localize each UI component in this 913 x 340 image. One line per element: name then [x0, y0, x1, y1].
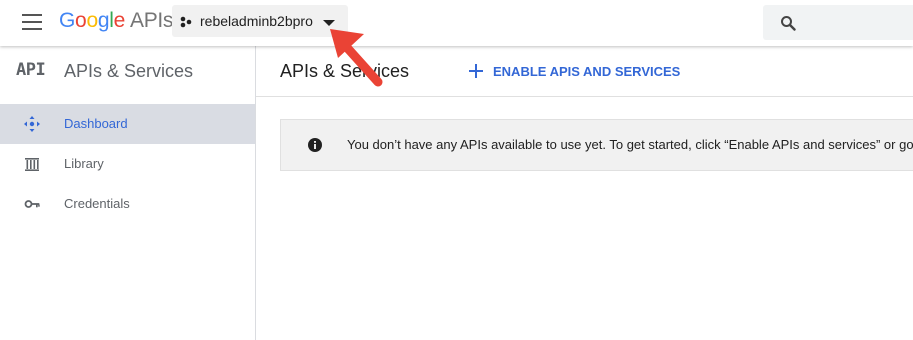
info-icon: [308, 138, 322, 152]
sidebar-item-label: Credentials: [64, 196, 130, 211]
enable-apis-button[interactable]: ENABLE APIS AND SERVICES: [468, 59, 680, 83]
sidebar-item-credentials[interactable]: Credentials: [0, 184, 255, 224]
chevron-down-icon: [323, 20, 335, 26]
main-header: APIs & Services ENABLE APIS AND SERVICES: [256, 46, 913, 97]
library-icon: [25, 158, 39, 171]
top-bar: Google APIs rebeladminb2bpro: [0, 0, 913, 46]
search-icon: [781, 16, 796, 31]
hamburger-menu-icon[interactable]: [22, 14, 42, 30]
sidebar-header: API APIs & Services: [0, 46, 255, 96]
project-selector[interactable]: rebeladminb2bpro: [172, 5, 348, 37]
google-apis-logo[interactable]: Google APIs: [59, 9, 173, 33]
sidebar: API APIs & Services Dashboard Library Cr…: [0, 46, 256, 340]
search-input[interactable]: [763, 5, 913, 40]
project-name: rebeladminb2bpro: [200, 13, 313, 29]
page-title: APIs & Services: [280, 61, 410, 81]
sidebar-item-label: Library: [64, 156, 104, 171]
enable-apis-label: ENABLE APIS AND SERVICES: [493, 63, 681, 79]
info-message: You don’t have any APIs available to use…: [347, 137, 913, 152]
plus-icon: [469, 64, 483, 78]
sidebar-title: APIs & Services: [64, 61, 194, 81]
info-banner: You don’t have any APIs available to use…: [280, 119, 913, 171]
sidebar-item-dashboard[interactable]: Dashboard: [0, 104, 255, 144]
api-badge-icon: API: [16, 60, 46, 80]
sidebar-item-library[interactable]: Library: [0, 144, 255, 184]
project-dots-icon: [180, 16, 192, 28]
sidebar-item-label: Dashboard: [64, 116, 128, 131]
dashboard-icon: [24, 116, 40, 132]
key-icon: [24, 200, 40, 208]
